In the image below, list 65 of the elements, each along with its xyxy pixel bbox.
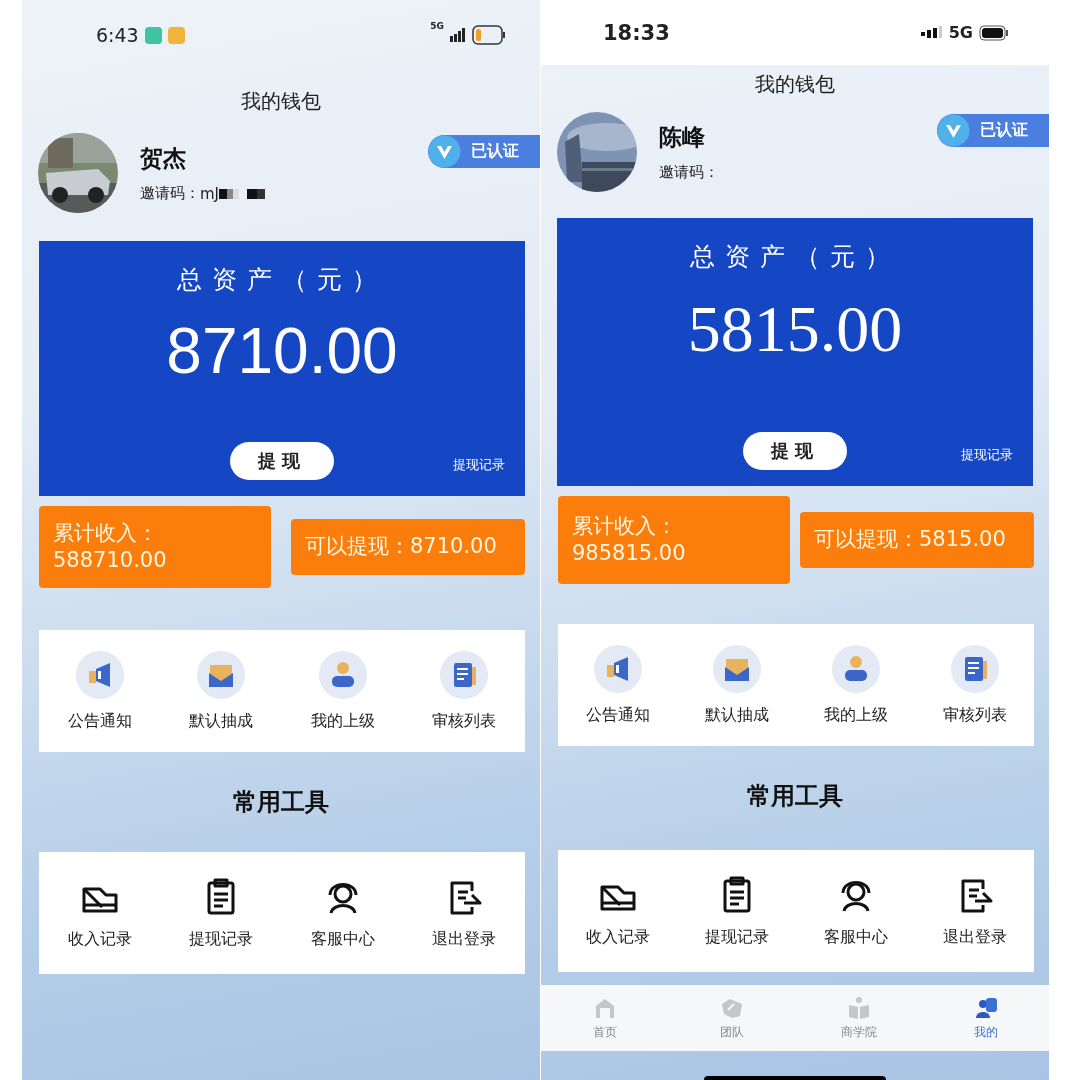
- assets-label: 总资产（元）: [690, 241, 900, 273]
- document-icon: [440, 650, 489, 699]
- withdraw-button[interactable]: 提现: [743, 432, 847, 470]
- tab[interactable]: 我的: [922, 985, 1049, 1051]
- assets-amount: 5815.00: [687, 291, 903, 367]
- envelope-icon: [712, 644, 761, 693]
- total-income-label: 累计收入：: [572, 512, 678, 540]
- total-income-label: 累计收入：: [53, 519, 159, 547]
- section-title: 常用工具: [746, 781, 844, 810]
- assets-label: 总资产（元）: [177, 264, 387, 296]
- withdraw-records-link[interactable]: 提现记录: [453, 456, 505, 474]
- total-income-value: 985815.00: [572, 540, 687, 567]
- menu-item[interactable]: 审核列表: [942, 704, 1007, 726]
- invite-label: 邀请码：: [140, 184, 200, 203]
- tool-item[interactable]: 收入记录: [585, 926, 650, 948]
- tab[interactable]: 团队: [668, 985, 795, 1051]
- reader-icon: [846, 995, 871, 1020]
- menu-item[interactable]: 我的上级: [310, 710, 375, 732]
- network-label: 5G: [948, 23, 973, 42]
- tool-item[interactable]: 提现记录: [704, 926, 769, 948]
- withdraw-button[interactable]: 提现: [230, 442, 334, 480]
- battery-icon: [472, 25, 506, 45]
- status-time: 6:43: [96, 24, 139, 46]
- total-income-value: 588710.00: [53, 547, 168, 574]
- menu-item[interactable]: 审核列表: [432, 710, 497, 732]
- verified-icon: [937, 114, 970, 147]
- verified-label: 已认证: [471, 141, 519, 162]
- person-icon: [318, 650, 367, 699]
- battery-icon: [979, 24, 1009, 41]
- network-label: 5G: [430, 21, 444, 31]
- signal-icon: [920, 25, 943, 40]
- document-icon: [950, 644, 999, 693]
- tool-item[interactable]: 客服中心: [823, 926, 888, 948]
- status-time: 18:33: [603, 20, 670, 45]
- tool-item[interactable]: 提现记录: [189, 928, 254, 950]
- menu-item[interactable]: 默认抽成: [704, 704, 769, 726]
- tool-item[interactable]: 客服中心: [310, 928, 375, 950]
- section-title: 常用工具: [232, 787, 330, 816]
- withdrawable-text: 可以提现：5815.00: [814, 526, 1007, 554]
- tool-item[interactable]: 退出登录: [942, 926, 1007, 948]
- megaphone-icon: [593, 644, 642, 693]
- profile-icon: [973, 995, 998, 1020]
- invite-label: 邀请码：: [659, 163, 719, 182]
- verified-icon: [428, 135, 461, 168]
- person-icon: [831, 644, 880, 693]
- page-title: 我的钱包: [240, 88, 322, 115]
- withdraw-records-link[interactable]: 提现记录: [961, 446, 1013, 464]
- user-name: 陈峰: [659, 123, 706, 152]
- signal-icon: [450, 28, 466, 42]
- tab[interactable]: 首页: [541, 985, 668, 1051]
- menu-item[interactable]: 我的上级: [823, 704, 888, 726]
- tool-item[interactable]: 退出登录: [432, 928, 497, 950]
- menu-item[interactable]: 默认抽成: [189, 710, 254, 732]
- user-name: 贺杰: [140, 144, 187, 173]
- page-title: 我的钱包: [754, 71, 836, 98]
- menu-item[interactable]: 公告通知: [585, 704, 650, 726]
- menu-item[interactable]: 公告通知: [67, 710, 132, 732]
- envelope-icon: [197, 650, 246, 699]
- tab[interactable]: 商学院: [795, 985, 922, 1051]
- tool-item[interactable]: 收入记录: [67, 928, 132, 950]
- invite-code: mJ: [200, 184, 220, 203]
- megaphone-icon: [75, 650, 124, 699]
- withdrawable-text: 可以提现：8710.00: [305, 533, 498, 561]
- assets-amount: 8710.00: [166, 314, 398, 388]
- verified-label: 已认证: [980, 120, 1028, 141]
